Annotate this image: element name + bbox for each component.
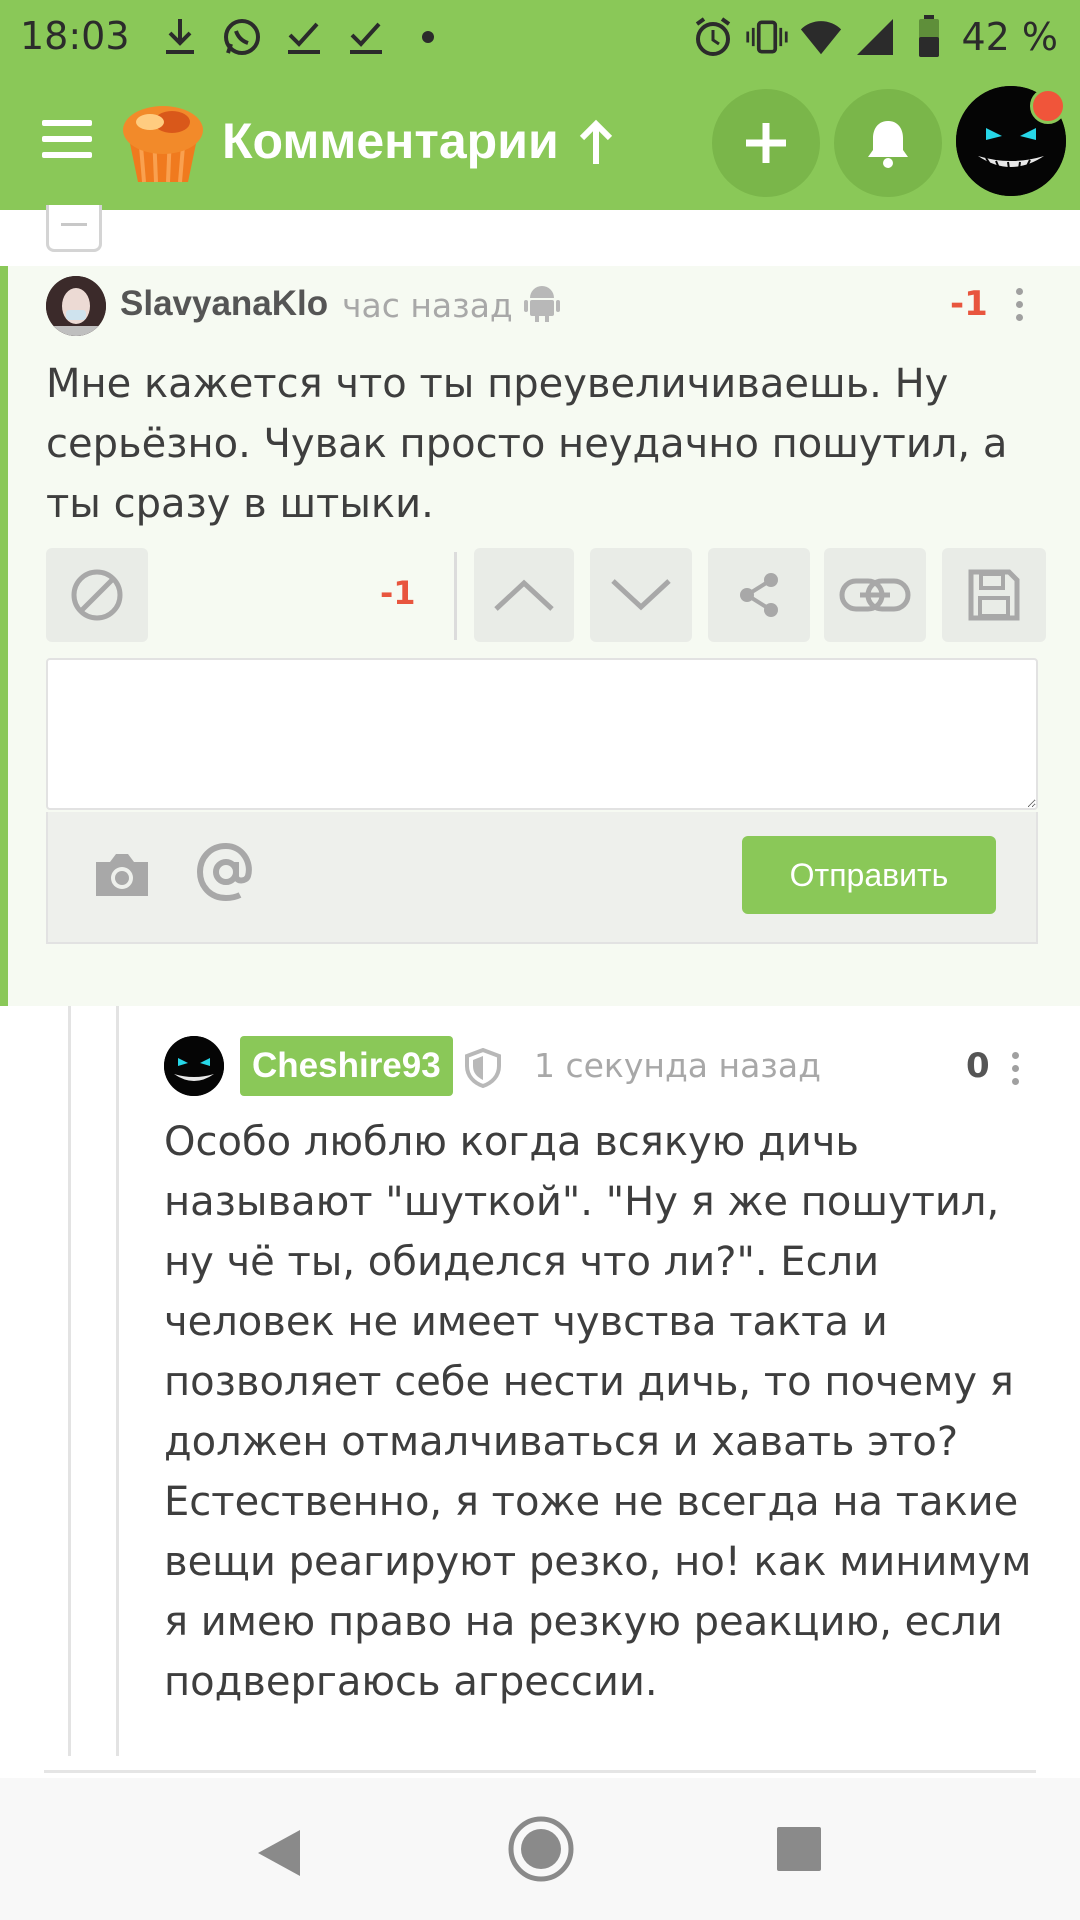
thread-line[interactable] (116, 1006, 119, 1756)
recents-icon[interactable] (776, 1826, 822, 1876)
at-icon[interactable] (194, 840, 258, 908)
downvote-icon (611, 579, 671, 611)
downvote-button[interactable] (590, 548, 692, 642)
shield-icon (464, 1047, 502, 1092)
block-icon (71, 569, 123, 621)
status-system-icons: 42 % (691, 12, 1058, 62)
comment-time[interactable]: 1 секунда назад (534, 1046, 821, 1085)
comment-author[interactable]: SlavyanaKlo (120, 284, 328, 324)
comment-author-badge[interactable]: Cheshire93 (240, 1036, 453, 1096)
comment-rating: -1 (950, 284, 988, 324)
send-button[interactable]: Отправить (742, 836, 996, 914)
save-button[interactable] (942, 548, 1046, 642)
more-options-icon[interactable] (1012, 1052, 1020, 1088)
battery-percent: 42 % (961, 15, 1058, 59)
reply-input[interactable] (46, 658, 1038, 810)
alarm-icon (691, 12, 735, 62)
android-icon (524, 282, 560, 326)
link-button[interactable] (824, 548, 926, 642)
bell-icon (868, 121, 908, 168)
arrow-up-icon[interactable] (576, 118, 616, 172)
link-icon (839, 578, 911, 612)
avatar[interactable] (46, 276, 106, 336)
share-button[interactable] (708, 548, 810, 642)
battery-icon (907, 12, 951, 62)
wifi-icon (799, 12, 843, 62)
camera-icon[interactable] (92, 850, 152, 904)
comment-rating: 0 (966, 1046, 990, 1086)
check-icon (282, 12, 326, 62)
status-notification-icons (158, 12, 450, 62)
download-icon (158, 12, 202, 62)
comment: SlavyanaKlo час назад -1 Мне кажется что… (0, 266, 1080, 1006)
status-bar: 18:03 42 % (0, 0, 1080, 80)
reply-footer: Отправить (46, 812, 1038, 944)
comment-toolbar: -1 (46, 548, 1046, 642)
avatar[interactable] (164, 1036, 224, 1096)
upvote-button[interactable] (474, 548, 574, 642)
check-icon (344, 12, 388, 62)
divider (44, 1770, 1036, 1773)
toolbar-divider (454, 552, 457, 640)
whatsapp-icon (220, 12, 264, 62)
dot-icon (406, 12, 450, 62)
comment-text: Мне кажется что ты преувеличиваешь. Ну с… (46, 361, 1008, 527)
comment-text: Особо люблю когда всякую дичь называют "… (164, 1119, 1032, 1705)
hamburger-icon[interactable] (42, 120, 92, 170)
app-bar: Комментарии (0, 80, 1080, 210)
comment-score: -1 (380, 574, 416, 612)
back-icon[interactable] (256, 1828, 302, 1882)
signal-icon (853, 12, 897, 62)
block-button[interactable] (46, 548, 148, 642)
page-title: Комментарии (222, 113, 559, 169)
save-icon (968, 569, 1020, 621)
upvote-icon (494, 579, 554, 611)
system-nav-bar (0, 1778, 1080, 1920)
collapse-thread-button[interactable] (46, 205, 102, 252)
thread-line[interactable] (68, 1006, 71, 1756)
comment-time[interactable]: час назад (342, 286, 513, 325)
more-options-icon[interactable] (1016, 288, 1024, 324)
home-icon[interactable] (506, 1814, 576, 1888)
status-time: 18:03 (20, 14, 130, 58)
pikabu-logo[interactable] (120, 100, 206, 190)
notifications-button[interactable] (834, 89, 942, 197)
share-icon (740, 573, 778, 617)
notification-badge (1030, 88, 1066, 124)
vibrate-icon (745, 12, 789, 62)
plus-icon (746, 123, 786, 163)
add-post-button[interactable] (712, 89, 820, 197)
